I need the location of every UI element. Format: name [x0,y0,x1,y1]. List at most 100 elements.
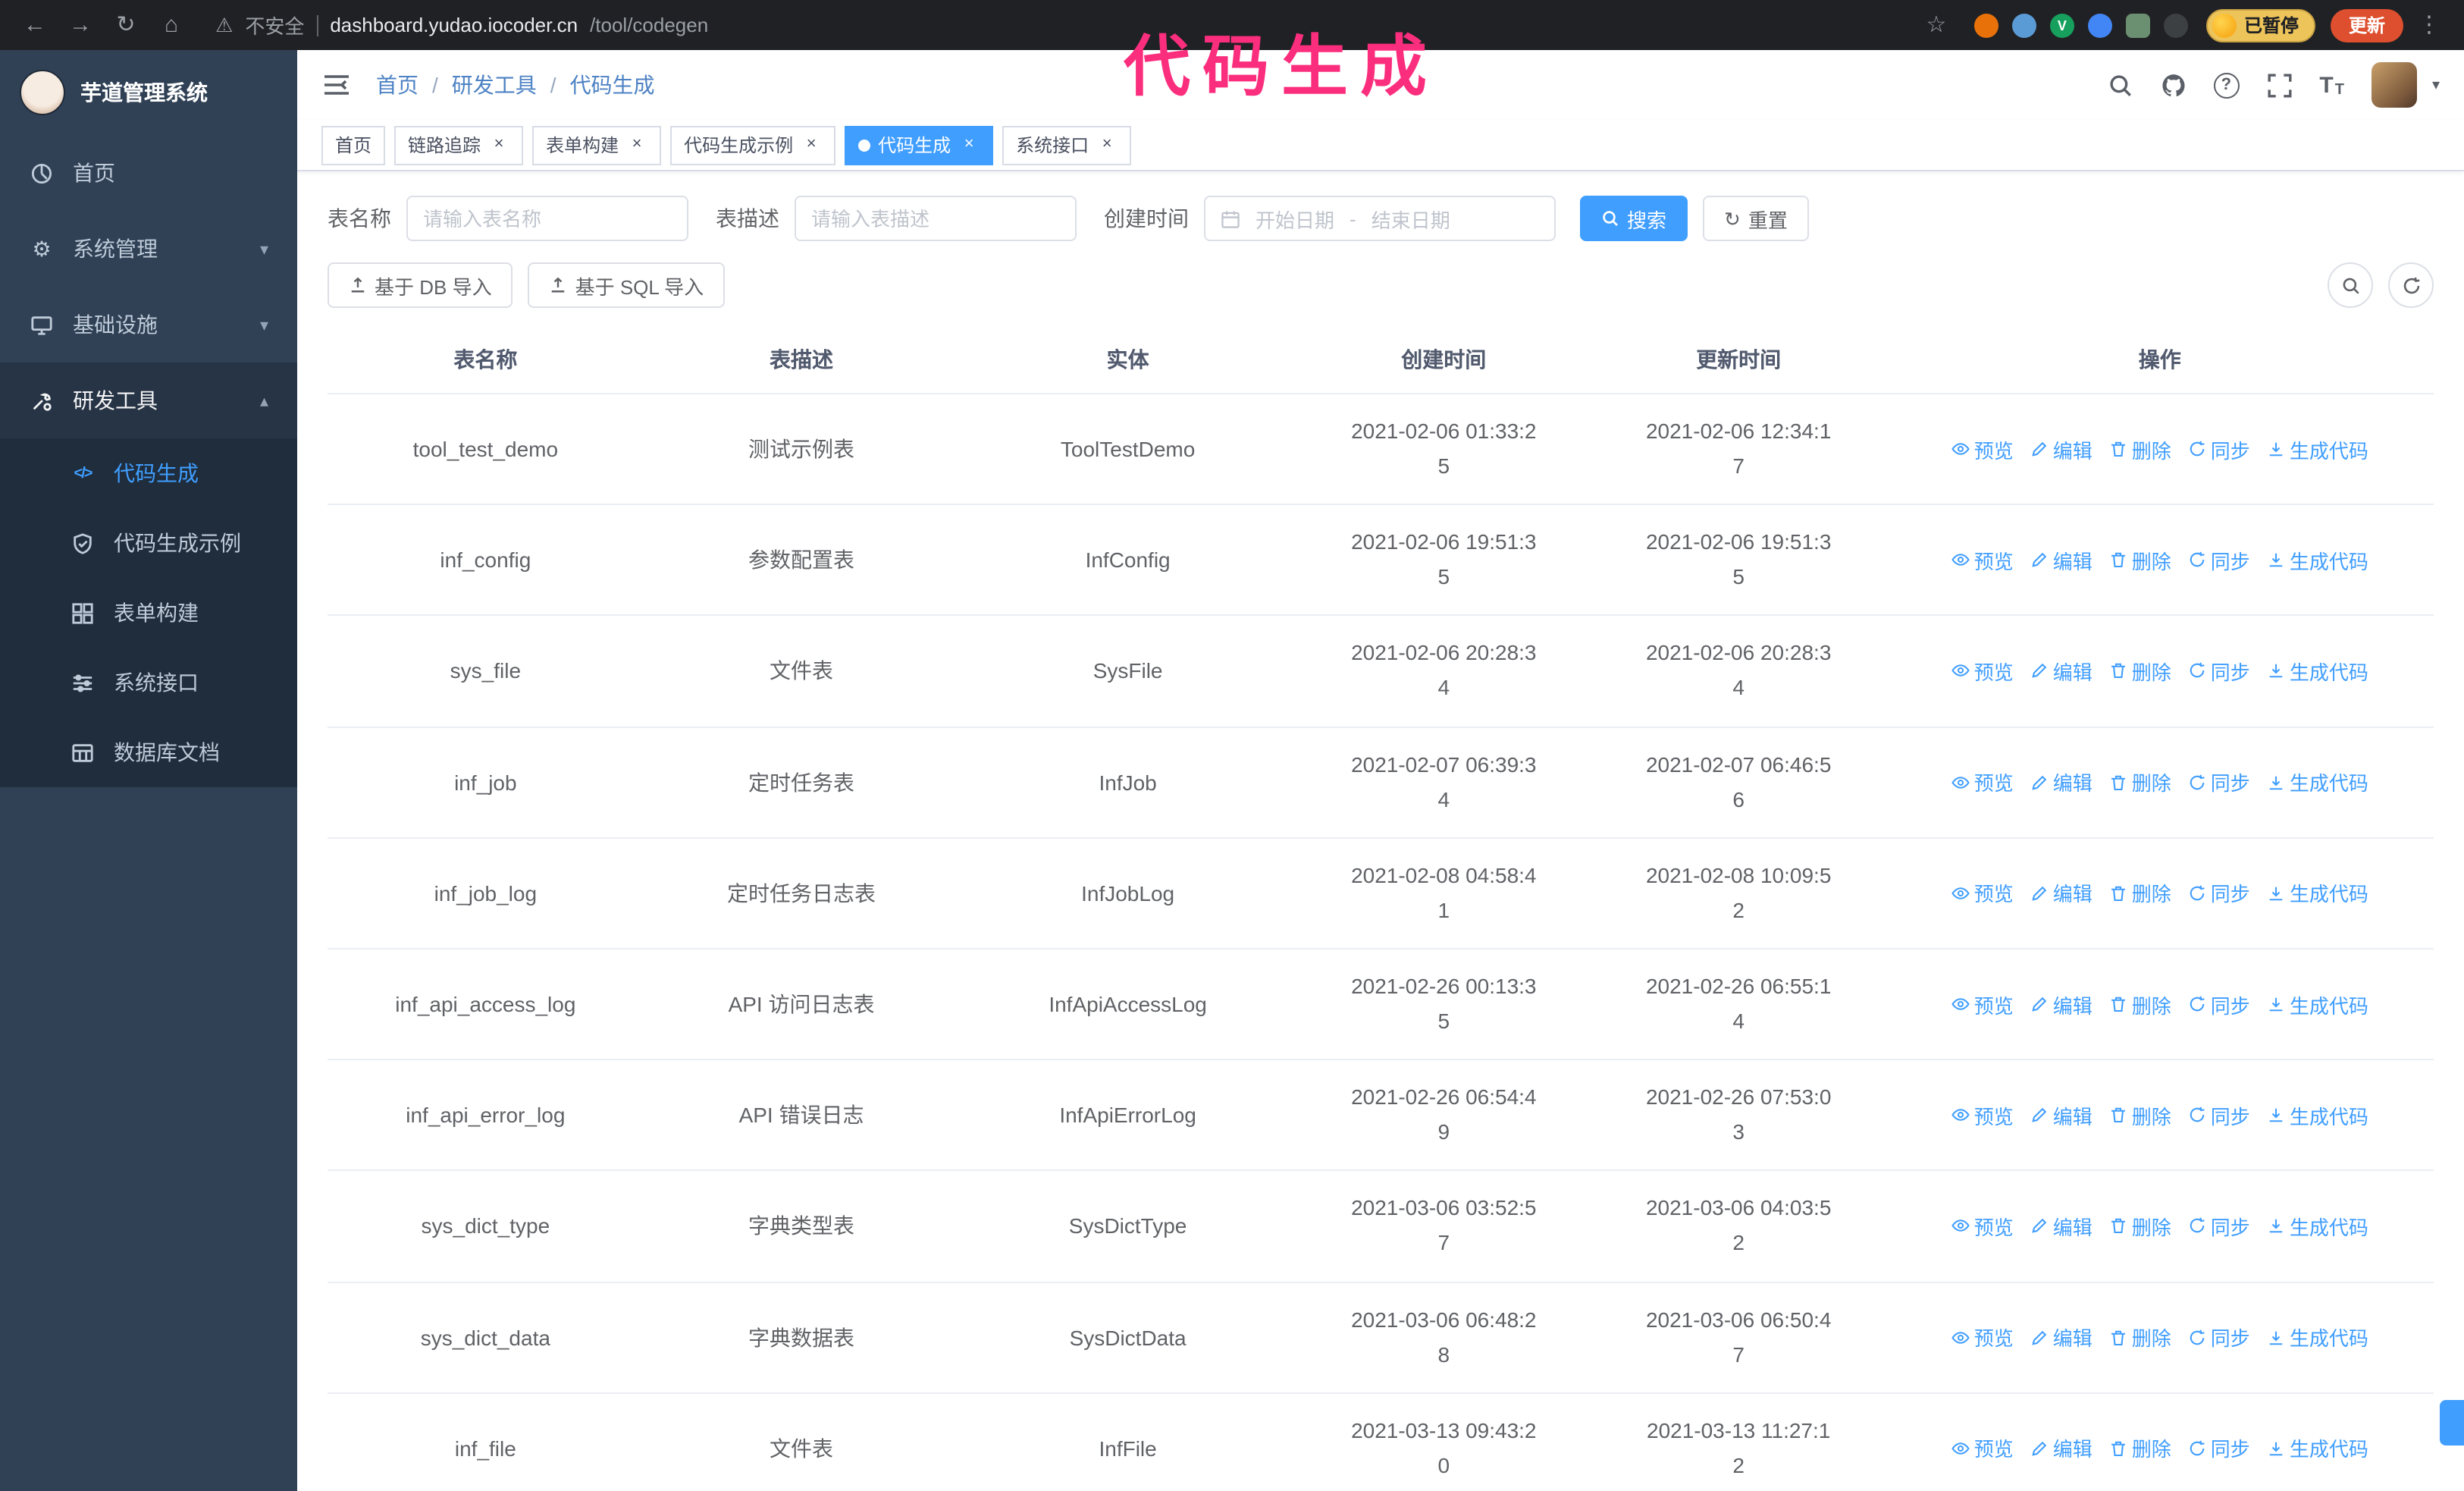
close-icon[interactable]: × [626,134,647,155]
sync-link[interactable]: 同步 [2188,879,2250,908]
delete-link[interactable]: 删除 [2109,1100,2171,1129]
breadcrumb-item[interactable]: 首页 [376,70,419,100]
delete-link[interactable]: 删除 [2109,767,2171,796]
edit-link[interactable]: 编辑 [2030,1434,2093,1463]
breadcrumb-item[interactable]: 代码生成 [570,70,655,100]
reload-icon[interactable]: ↻ [106,0,146,50]
import-db-button[interactable]: 基于 DB 导入 [328,262,513,308]
tab-form-builder[interactable]: 表单构建 × [532,125,662,165]
delete-link[interactable]: 删除 [2109,1323,2171,1351]
help-icon[interactable]: ? [2213,72,2240,98]
generate-code-link[interactable]: 生成代码 [2267,657,2368,686]
user-caret-icon[interactable]: ▾ [2432,77,2440,93]
sync-link[interactable]: 同步 [2188,767,2250,796]
sidebar-subitem-db-doc[interactable]: 数据库文档 [0,717,297,787]
tab-codegen[interactable]: 代码生成 × [845,125,994,165]
delete-link[interactable]: 删除 [2109,990,2171,1019]
delete-link[interactable]: 删除 [2109,1434,2171,1463]
preview-link[interactable]: 预览 [1951,1212,2014,1241]
generate-code-link[interactable]: 生成代码 [2267,1323,2368,1351]
sidebar-toggle-icon[interactable] [321,68,355,102]
edit-link[interactable]: 编辑 [2030,879,2093,908]
preview-link[interactable]: 预览 [1951,1100,2014,1129]
sidebar-subitem-codegen-example[interactable]: 代码生成示例 [0,508,297,578]
extension-icon-3[interactable]: V [2049,13,2074,37]
generate-code-link[interactable]: 生成代码 [2267,1212,2368,1241]
floating-side-button[interactable] [2440,1400,2464,1445]
close-icon[interactable]: × [801,134,822,155]
close-icon[interactable]: × [958,134,980,155]
edit-link[interactable]: 编辑 [2030,1212,2093,1241]
generate-code-link[interactable]: 生成代码 [2267,546,2368,575]
generate-code-link[interactable]: 生成代码 [2267,879,2368,908]
edit-link[interactable]: 编辑 [2030,657,2093,686]
generate-code-link[interactable]: 生成代码 [2267,435,2368,463]
sync-link[interactable]: 同步 [2188,1100,2250,1129]
sidebar-item-system[interactable]: ⚙ 系统管理 ▾ [0,211,297,287]
delete-link[interactable]: 删除 [2109,657,2171,686]
generate-code-link[interactable]: 生成代码 [2267,990,2368,1019]
preview-link[interactable]: 预览 [1951,1323,2014,1351]
preview-link[interactable]: 预览 [1951,546,2014,575]
search-button[interactable]: 搜索 [1580,196,1688,241]
table-name-input[interactable] [406,196,688,241]
extension-icon-1[interactable] [1973,13,1998,37]
generate-code-link[interactable]: 生成代码 [2267,767,2368,796]
browser-menu-icon[interactable]: ⋮ [2409,0,2449,50]
extension-icon-4[interactable] [2087,13,2112,37]
sync-link[interactable]: 同步 [2188,546,2250,575]
preview-link[interactable]: 预览 [1951,1434,2014,1463]
toggle-search-button[interactable] [2328,262,2373,308]
address-bar[interactable]: ⚠ 不安全 dashboard.yudao.iocoder.cn/tool/co… [215,11,1892,39]
import-sql-button[interactable]: 基于 SQL 导入 [528,262,726,308]
close-icon[interactable]: × [1096,134,1118,155]
sidebar-subitem-codegen[interactable]: </> 代码生成 [0,438,297,508]
sidebar-item-home[interactable]: 首页 [0,135,297,211]
delete-link[interactable]: 删除 [2109,1212,2171,1241]
font-size-icon[interactable]: TT [2319,72,2344,98]
github-icon[interactable] [2160,72,2186,98]
sidebar-item-devtools[interactable]: 研发工具 ▴ [0,363,297,438]
logo-row[interactable]: 芋道管理系统 [0,50,297,135]
edit-link[interactable]: 编辑 [2030,767,2093,796]
sync-link[interactable]: 同步 [2188,657,2250,686]
bookmark-star-icon[interactable]: ☆ [1917,0,1956,50]
tab-home[interactable]: 首页 [321,125,386,165]
sync-link[interactable]: 同步 [2188,435,2250,463]
delete-link[interactable]: 删除 [2109,879,2171,908]
home-icon[interactable]: ⌂ [152,0,191,50]
paused-badge[interactable]: 已暂停 [2205,8,2315,42]
fullscreen-icon[interactable] [2266,72,2292,98]
close-icon[interactable]: × [488,134,509,155]
edit-link[interactable]: 编辑 [2030,435,2093,463]
preview-link[interactable]: 预览 [1951,767,2014,796]
tab-system-api[interactable]: 系统接口 × [1002,125,1132,165]
preview-link[interactable]: 预览 [1951,435,2014,463]
sync-link[interactable]: 同步 [2188,1212,2250,1241]
refresh-table-button[interactable] [2388,262,2434,308]
search-icon[interactable] [2107,72,2133,98]
generate-code-link[interactable]: 生成代码 [2267,1434,2368,1463]
sidebar-subitem-form-builder[interactable]: 表单构建 [0,578,297,648]
tab-codegen-example[interactable]: 代码生成示例 × [670,125,836,165]
back-icon[interactable]: ← [15,0,55,50]
sync-link[interactable]: 同步 [2188,1434,2250,1463]
delete-link[interactable]: 删除 [2109,435,2171,463]
delete-link[interactable]: 删除 [2109,546,2171,575]
preview-link[interactable]: 预览 [1951,990,2014,1019]
reset-button[interactable]: ↻ 重置 [1703,196,1809,241]
forward-icon[interactable]: → [61,0,100,50]
sidebar-subitem-system-api[interactable]: 系统接口 [0,648,297,717]
extension-icon-5[interactable] [2125,13,2150,37]
preview-link[interactable]: 预览 [1951,657,2014,686]
preview-link[interactable]: 预览 [1951,879,2014,908]
extension-icon-6[interactable] [2163,13,2188,37]
sidebar-item-infra[interactable]: 基础设施 ▾ [0,287,297,363]
edit-link[interactable]: 编辑 [2030,1100,2093,1129]
edit-link[interactable]: 编辑 [2030,546,2093,575]
edit-link[interactable]: 编辑 [2030,990,2093,1019]
user-avatar[interactable] [2371,62,2417,108]
sync-link[interactable]: 同步 [2188,1323,2250,1351]
update-button[interactable]: 更新 [2330,8,2403,42]
generate-code-link[interactable]: 生成代码 [2267,1100,2368,1129]
